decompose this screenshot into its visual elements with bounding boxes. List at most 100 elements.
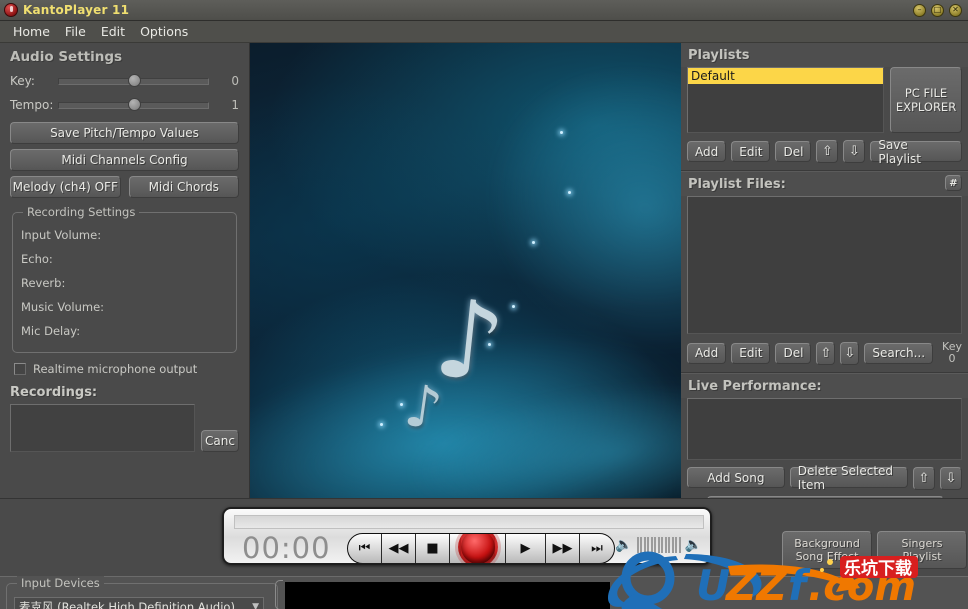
record-dot-icon[interactable]: [457, 534, 498, 563]
key-slider-knob[interactable]: [127, 74, 141, 87]
playlists-list[interactable]: Default: [687, 67, 884, 133]
sparkle-icon: [400, 403, 403, 406]
realtime-mic-checkbox[interactable]: [14, 363, 26, 375]
tempo-slider-row: Tempo: 1: [0, 93, 249, 117]
playlist-files-label: Playlist Files:: [688, 177, 786, 192]
live-move-up-icon[interactable]: ⇧: [913, 467, 935, 490]
live-performance-title: Live Performance:: [681, 374, 968, 398]
rewind-button[interactable]: ◀◀: [382, 534, 416, 563]
playlists-buttons: Add Edit Del ⇧ ⇩ Save Playlist: [681, 133, 968, 170]
transport-bar: 00:00 ⏮ ◀◀ ■ ▶ ▶▶ ⏭ 🔈 🔈: [222, 507, 712, 565]
sparkle-icon: [380, 423, 383, 426]
files-search-button[interactable]: Search...: [864, 342, 934, 364]
close-button[interactable]: ✕: [949, 3, 962, 17]
input-volume-label: Input Volume:: [21, 228, 102, 242]
volume-control[interactable]: 🔈 🔈: [615, 537, 702, 553]
playlist-edit-button[interactable]: Edit: [731, 141, 771, 162]
menu-file[interactable]: File: [59, 22, 92, 41]
echo-row: Echo:: [21, 247, 228, 271]
video-display[interactable]: ♪ ♪: [250, 43, 681, 498]
bottom-strip: Input Devices 麦克风 (Realtek High Definiti…: [0, 576, 968, 609]
maximize-button[interactable]: □: [931, 3, 944, 17]
files-del-button[interactable]: Del: [775, 342, 812, 364]
realtime-mic-row[interactable]: Realtime microphone output: [14, 362, 249, 376]
recordings-title: Recordings:: [10, 385, 98, 400]
mic-delay-slider[interactable]: [109, 325, 224, 337]
prev-track-button[interactable]: ⏮: [348, 534, 382, 563]
recording-settings-legend: Recording Settings: [23, 205, 140, 219]
key-readout-value: 0: [948, 352, 956, 365]
sparkle-icon: [512, 305, 515, 308]
melody-toggle-button[interactable]: Melody (ch4) OFF: [10, 176, 121, 198]
files-add-button[interactable]: Add: [687, 342, 727, 364]
speaker-low-icon: 🔈: [615, 537, 633, 553]
volume-bars[interactable]: [636, 537, 681, 553]
stop-button[interactable]: ■: [416, 534, 450, 563]
singers-playlist-button[interactable]: Singers Playlist: [877, 531, 967, 569]
kantoplayer-window: KantoPlayer 11 – □ ✕ Home File Edit Opti…: [0, 0, 968, 609]
realtime-mic-label: Realtime microphone output: [33, 362, 198, 376]
midi-channels-config-button[interactable]: Midi Channels Config: [10, 149, 239, 171]
music-volume-slider[interactable]: [109, 301, 224, 313]
menu-edit[interactable]: Edit: [95, 22, 131, 41]
music-volume-row: Music Volume:: [21, 295, 228, 319]
key-slider[interactable]: [58, 74, 209, 87]
recordings-cancel-button[interactable]: Canc: [201, 430, 239, 452]
hash-button[interactable]: #: [945, 175, 962, 191]
live-performance-buttons: Add Song Delete Selected Item ⇧ ⇩: [681, 460, 968, 492]
recordings-area: Canc: [10, 404, 239, 452]
recording-settings-group: Recording Settings Input Volume: Echo: R…: [12, 205, 237, 353]
melody-chords-row: Melody (ch4) OFF Midi Chords: [10, 176, 239, 198]
corner-buttons: Background Song Effect Singers Playlist: [782, 531, 967, 569]
seek-slider[interactable]: [234, 515, 704, 529]
playlist-files-list[interactable]: [687, 196, 962, 334]
tempo-value: 1: [231, 98, 239, 112]
input-device-select[interactable]: 麦克风 (Realtek High Definition Audio) ▼: [14, 597, 264, 609]
live-performance-list[interactable]: [687, 398, 962, 460]
save-pitch-tempo-button[interactable]: Save Pitch/Tempo Values: [10, 122, 239, 144]
list-item[interactable]: Default: [688, 68, 883, 84]
input-volume-slider[interactable]: [109, 229, 224, 241]
tempo-slider[interactable]: [58, 98, 209, 111]
reverb-slider[interactable]: [109, 277, 224, 289]
sparkle-icon: [532, 241, 535, 244]
playlist-files-buttons: Add Edit Del ⇧ ⇩ Search... Key 0: [681, 334, 968, 372]
files-move-up-icon[interactable]: ⇧: [816, 341, 836, 365]
playlists-panel: Playlists Default PC FILE EXPLORER Add E…: [681, 43, 968, 517]
key-slider-row: Key: 0: [0, 69, 249, 93]
input-devices-group: Input Devices 麦克风 (Realtek High Definiti…: [6, 576, 278, 609]
menu-home[interactable]: Home: [7, 22, 56, 41]
pc-file-explorer-button[interactable]: PC FILE EXPLORER: [890, 67, 962, 133]
background-song-effect-button[interactable]: Background Song Effect: [782, 531, 872, 569]
key-value: 0: [231, 74, 239, 88]
live-move-down-icon[interactable]: ⇩: [940, 467, 962, 490]
echo-slider[interactable]: [109, 253, 224, 265]
time-display: 00:00: [242, 531, 331, 565]
recordings-list[interactable]: [10, 404, 195, 452]
window-title: KantoPlayer 11: [23, 3, 130, 17]
minimize-button[interactable]: –: [913, 3, 926, 17]
fast-forward-button[interactable]: ▶▶: [546, 534, 580, 563]
midi-chords-button[interactable]: Midi Chords: [128, 176, 239, 198]
transport-buttons: ⏮ ◀◀ ■ ▶ ▶▶ ⏭: [347, 533, 615, 563]
menu-options[interactable]: Options: [134, 22, 194, 41]
add-song-button[interactable]: Add Song: [687, 467, 785, 488]
save-playlist-button[interactable]: Save Playlist: [870, 138, 962, 166]
playlist-move-down-icon[interactable]: ⇩: [843, 140, 866, 163]
record-button[interactable]: [450, 534, 506, 563]
files-move-down-icon[interactable]: ⇩: [840, 341, 860, 365]
playlist-add-button[interactable]: Add: [687, 141, 727, 162]
audio-settings-title: Audio Settings: [10, 49, 123, 65]
files-edit-button[interactable]: Edit: [731, 342, 771, 364]
playlist-del-button[interactable]: Del: [775, 141, 812, 162]
reverb-label: Reverb:: [21, 276, 66, 290]
sparkle-icon: [560, 131, 563, 134]
input-device-value: 麦克风 (Realtek High Definition Audio): [19, 600, 235, 609]
mic-delay-row: Mic Delay:: [21, 319, 228, 343]
key-label: Key:: [10, 74, 35, 88]
tempo-slider-knob[interactable]: [127, 98, 141, 111]
next-track-button[interactable]: ⏭: [580, 534, 614, 563]
play-button[interactable]: ▶: [506, 534, 546, 563]
delete-selected-item-button[interactable]: Delete Selected Item: [789, 464, 908, 492]
playlist-move-up-icon[interactable]: ⇧: [816, 140, 839, 163]
